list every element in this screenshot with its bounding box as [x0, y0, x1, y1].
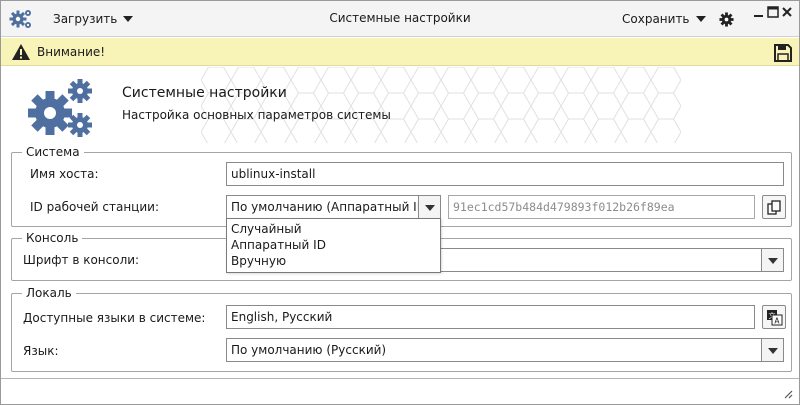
- close-icon[interactable]: [781, 6, 793, 18]
- translate-icon: 文 A: [767, 310, 783, 326]
- floppy-disk-icon[interactable]: [773, 43, 793, 63]
- locale-group-legend: Локаль: [22, 286, 76, 300]
- save-menu-button[interactable]: Сохранить: [622, 11, 706, 27]
- gears-icon: [28, 79, 92, 137]
- console-group-legend: Консоль: [22, 231, 83, 245]
- copy-icon: [767, 200, 781, 215]
- status-bar: [1, 378, 799, 404]
- gear-icon[interactable]: [719, 12, 734, 27]
- warning-triangle-icon: [12, 44, 30, 60]
- chevron-down-icon[interactable]: [418, 196, 440, 218]
- main-window: Загрузить Системные настройки Сохранить: [0, 0, 800, 405]
- language-selected: По умолчанию (Русский): [231, 343, 387, 357]
- dropdown-option-random[interactable]: Случайный: [227, 221, 440, 237]
- chevron-down-icon: [123, 16, 134, 22]
- minimize-icon[interactable]: [753, 6, 765, 18]
- page-header: Системные настройки Настройка основных п…: [1, 67, 799, 143]
- svg-text:A: A: [774, 317, 780, 326]
- chevron-down-icon: [695, 16, 706, 22]
- available-languages-label: Доступные языки в системе:: [23, 311, 206, 325]
- language-select[interactable]: По умолчанию (Русский): [226, 338, 784, 362]
- warning-bar: Внимание!: [1, 38, 799, 66]
- workstation-id-input[interactable]: 91ec1cd57b484d479893f012b26f89ea: [448, 195, 755, 219]
- system-group-legend: Система: [22, 145, 84, 159]
- workstation-id-selected: По умолчанию (Аппаратный ID): [231, 200, 431, 214]
- maximize-icon[interactable]: [767, 6, 779, 18]
- hostname-label: Имя хоста:: [30, 167, 99, 181]
- copy-button[interactable]: [762, 195, 786, 219]
- load-menu-label: Загрузить: [53, 12, 118, 26]
- warning-text: Внимание!: [37, 45, 106, 59]
- workstation-id-dropdown: Случайный Аппаратный ID Вручную: [226, 218, 441, 273]
- chevron-down-icon[interactable]: [761, 249, 783, 271]
- chevron-down-icon[interactable]: [761, 339, 783, 361]
- language-label: Язык:: [23, 344, 59, 358]
- hexagon-pattern: [201, 67, 681, 143]
- page-subtitle: Настройка основных параметров системы: [122, 108, 391, 122]
- dropdown-option-manual[interactable]: Вручную: [227, 253, 440, 269]
- language-picker-button[interactable]: 文 A: [762, 305, 786, 329]
- hostname-input[interactable]: ublinux-install: [226, 162, 784, 186]
- page-title: Системные настройки: [122, 85, 287, 101]
- available-languages-input[interactable]: English, Русский: [226, 305, 755, 329]
- resize-grip-icon[interactable]: [781, 387, 793, 399]
- workstation-id-select[interactable]: По умолчанию (Аппаратный ID): [226, 195, 441, 219]
- load-menu-button[interactable]: Загрузить: [53, 11, 134, 27]
- dropdown-option-hardware-id[interactable]: Аппаратный ID: [227, 237, 440, 253]
- console-font-label: Шрифт в консоли:: [23, 253, 140, 267]
- workstation-id-label: ID рабочей станции:: [30, 200, 159, 214]
- save-menu-label: Сохранить: [622, 12, 690, 26]
- gears-icon: [9, 10, 31, 28]
- titlebar: Загрузить Системные настройки Сохранить: [1, 1, 799, 37]
